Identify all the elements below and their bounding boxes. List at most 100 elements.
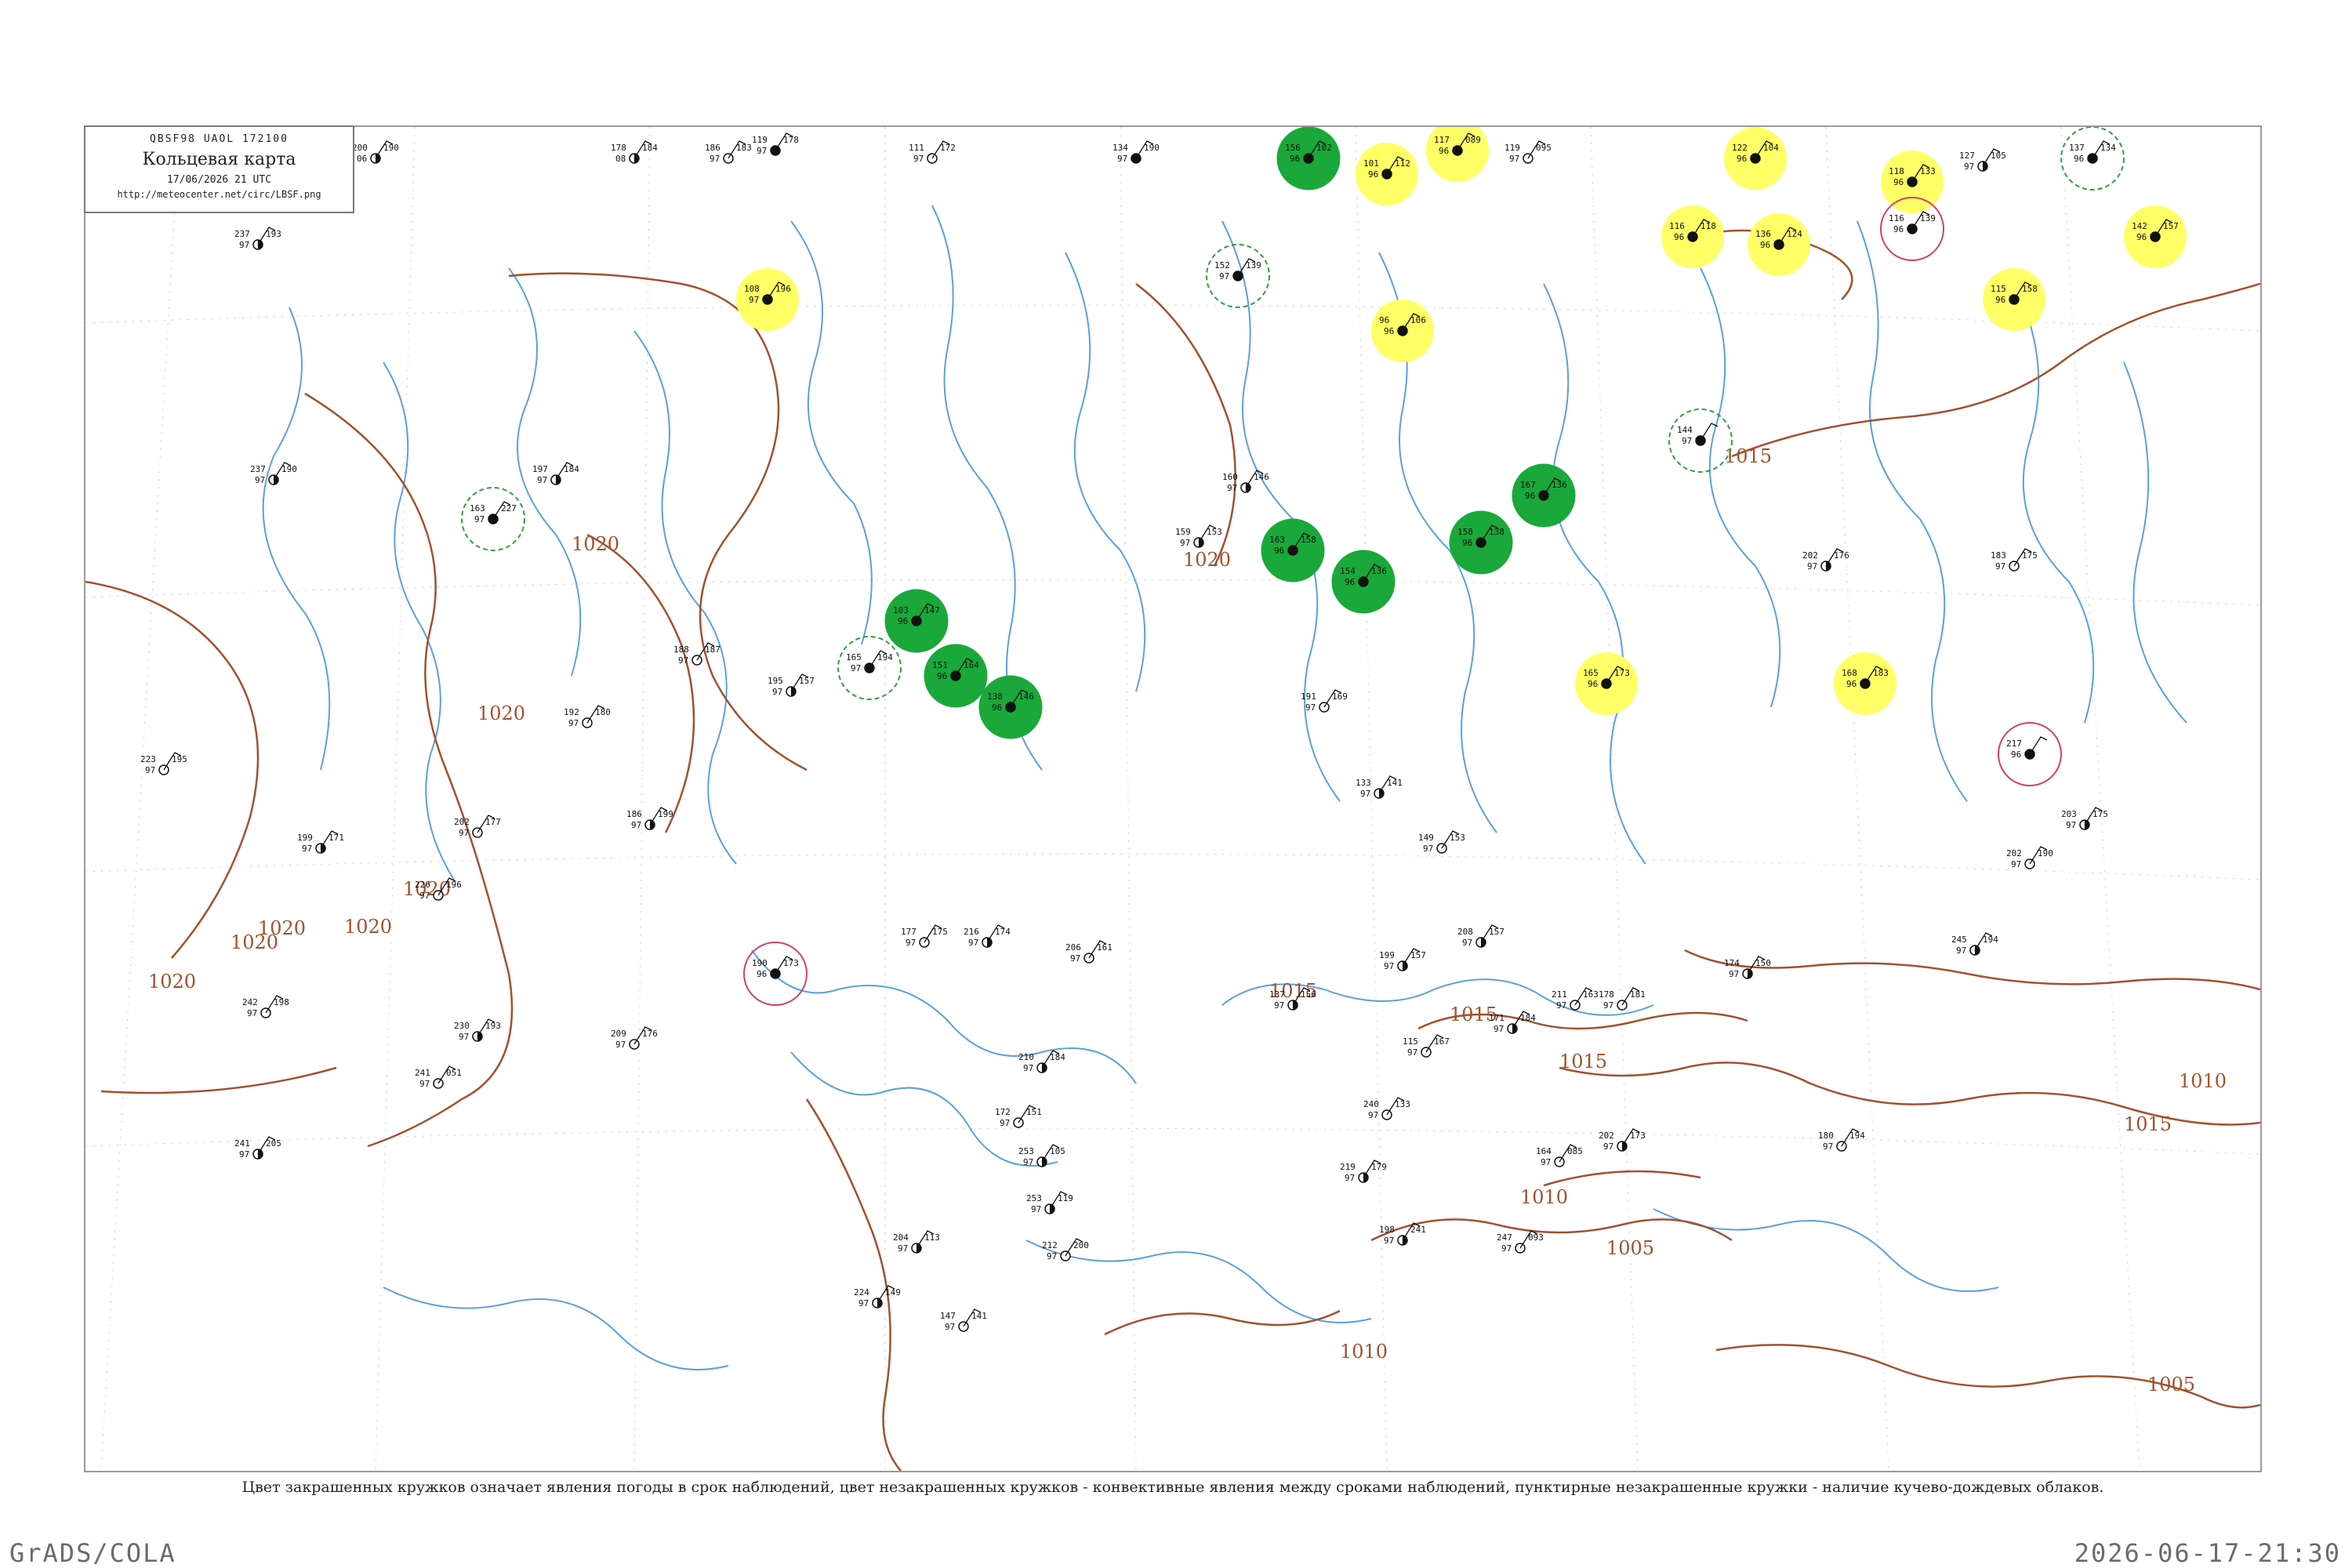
- station-s31[interactable]: 165 173 96: [1575, 652, 1638, 715]
- station-s9[interactable]: 117 089 96: [1426, 127, 1489, 182]
- station-s16[interactable]: 142 157 96: [2124, 205, 2187, 268]
- station-s40[interactable]: 197 184 97: [532, 462, 579, 485]
- station-s5[interactable]: 111 172 97: [909, 140, 956, 164]
- station-code: 97: [898, 1243, 908, 1254]
- station-s59[interactable]: 174 150 97: [1724, 956, 1771, 979]
- station-s12[interactable]: 127 105 97: [1959, 148, 2006, 172]
- source-url[interactable]: http://meteocenter.net/circ/LBSF.png: [85, 189, 353, 200]
- station-s42[interactable]: 230 193 97: [454, 1018, 501, 1042]
- station-s70[interactable]: 240 133 97: [1363, 1097, 1410, 1120]
- station-s88[interactable]: 183 175 97: [1991, 548, 2038, 572]
- station-s13[interactable]: 137 134 96: [2060, 127, 2125, 191]
- station-s89[interactable]: 219 179 97: [1340, 1160, 1387, 1183]
- station-s85[interactable]: 133 141 97: [1356, 775, 1403, 799]
- station-s38[interactable]: 159 153 97: [1175, 524, 1222, 548]
- station-s20[interactable]: 136 124 96: [1748, 213, 1810, 276]
- station-s39[interactable]: 188 187 97: [673, 642, 720, 666]
- station-s75[interactable]: 198 241 97: [1379, 1222, 1426, 1246]
- station-s53[interactable]: 210 184 97: [1018, 1050, 1065, 1073]
- station-s47[interactable]: 177 175 97: [901, 924, 948, 948]
- station-s6[interactable]: 134 190 97: [1112, 140, 1160, 164]
- station-s81[interactable]: 245 194 97: [1951, 932, 1998, 956]
- station-temperature: 101: [1363, 158, 1379, 169]
- station-s48[interactable]: 216 174 97: [964, 924, 1011, 948]
- station-s2[interactable]: 178 184 08: [611, 140, 658, 164]
- station-s68[interactable]: 202 177 97: [454, 815, 501, 838]
- station-s57[interactable]: 171 184 97: [1489, 1011, 1536, 1034]
- station-s35[interactable]: 14497: [1668, 408, 1733, 473]
- station-s17[interactable]: 115 158 96: [1983, 268, 2045, 331]
- station-s54[interactable]: 172 151 97: [995, 1105, 1042, 1128]
- station-s52[interactable]: 211 163 97: [1552, 987, 1599, 1011]
- station-s18[interactable]: 108 196 97: [736, 268, 799, 331]
- station-temperature: 168: [1842, 668, 1857, 678]
- station-s79[interactable]: 202 173 97: [1599, 1128, 1646, 1152]
- observation-time: 17/06/2026 21 UTC: [166, 174, 272, 186]
- station-code: 97: [1070, 953, 1080, 964]
- station-s71[interactable]: 253 119 97: [1026, 1191, 1073, 1214]
- station-s44[interactable]: 186 199 97: [626, 807, 673, 830]
- station-s7[interactable]: 156 102 96: [1276, 127, 1341, 191]
- station-s58[interactable]: 178 181 97: [1599, 987, 1646, 1011]
- station-s19[interactable]: 96 106 96: [1371, 299, 1434, 362]
- station-s3[interactable]: 186 183 97: [705, 140, 752, 164]
- station-s21[interactable]: 116 118 96: [1661, 205, 1724, 268]
- station-pressure: 175: [932, 927, 948, 937]
- station-pressure: 196: [775, 284, 791, 294]
- station-s83[interactable]: 203 175 97: [2061, 807, 2108, 830]
- station-s33[interactable]: 21796: [1998, 722, 2062, 786]
- station-s29[interactable]: 158 138 96: [1449, 510, 1513, 575]
- station-s73[interactable]: 224 149 97: [854, 1285, 901, 1308]
- station-pressure: 184: [1520, 1013, 1536, 1023]
- station-s43[interactable]: 209 176 97: [611, 1026, 658, 1050]
- station-s1[interactable]: 200 19006: [352, 140, 399, 164]
- station-s69[interactable]: 199 171 97: [297, 830, 344, 854]
- station-s28[interactable]: 154 136 96: [1331, 550, 1396, 614]
- station-s72[interactable]: 212 200 97: [1042, 1238, 1089, 1261]
- station-temperature: 237: [250, 464, 266, 474]
- station-s46[interactable]: 195 157 97: [768, 673, 815, 697]
- station-s60[interactable]: 241 051 97: [415, 1065, 462, 1089]
- station-s32[interactable]: 168 183 96: [1834, 652, 1896, 715]
- station-s10[interactable]: 119 095 97: [1504, 140, 1552, 164]
- station-s30[interactable]: 167 136 96: [1512, 463, 1576, 528]
- station-s50[interactable]: 199 157 97: [1379, 948, 1426, 971]
- station-s67[interactable]: 237 193 97: [234, 227, 281, 250]
- station-s34[interactable]: 190 173 96: [743, 942, 808, 1006]
- station-s23[interactable]: 165 194 97: [837, 636, 902, 700]
- station-s61[interactable]: 253 105 97: [1018, 1144, 1065, 1167]
- station-s14[interactable]: 118 133 96: [1881, 151, 1944, 213]
- station-s82[interactable]: 202 190 97: [2006, 846, 2053, 869]
- station-s86[interactable]: 191 169 97: [1301, 689, 1348, 713]
- station-s8[interactable]: 101 112 96: [1356, 143, 1418, 205]
- station-s25[interactable]: 138 146 96: [978, 675, 1043, 739]
- station-s51[interactable]: 208 157 97: [1457, 924, 1504, 948]
- station-s37[interactable]: 160 146 97: [1222, 470, 1269, 493]
- station-s56[interactable]: 115 167 97: [1403, 1034, 1450, 1058]
- station-s74[interactable]: 147 141 97: [940, 1308, 987, 1332]
- station-s11[interactable]: 122 104 96: [1724, 127, 1787, 190]
- station-s36[interactable]: 152 139 97: [1206, 244, 1270, 308]
- station-s22[interactable]: 163 227 97: [461, 487, 525, 551]
- station-s62[interactable]: 223 195 97: [140, 752, 187, 775]
- station-temperature: 253: [1018, 1146, 1034, 1156]
- station-s64[interactable]: 242 198 97: [242, 995, 289, 1018]
- station-s49[interactable]: 206 161 97: [1065, 940, 1112, 964]
- station-s77[interactable]: 204 113 97: [893, 1230, 940, 1254]
- station-code: 97: [1494, 1024, 1504, 1034]
- station-s4[interactable]: 119 178 97: [752, 132, 799, 156]
- station-s87[interactable]: 202 176 97: [1802, 548, 1849, 572]
- station-s45[interactable]: 192 180 97: [564, 705, 611, 728]
- station-s76[interactable]: 247 093 97: [1497, 1230, 1544, 1254]
- station-s78[interactable]: 164 085 97: [1536, 1144, 1583, 1167]
- station-s27[interactable]: 163 158 96: [1261, 518, 1325, 583]
- station-code: 97: [2011, 859, 2021, 869]
- station-s80[interactable]: 180 194 97: [1818, 1128, 1865, 1152]
- station-temperature: 127: [1959, 151, 1975, 161]
- station-s84[interactable]: 149 153 97: [1418, 830, 1465, 854]
- station-s63[interactable]: 237 190 97: [250, 462, 297, 485]
- station-temperature: 195: [768, 676, 783, 686]
- station-s26[interactable]: 103 147 96: [884, 589, 949, 653]
- station-s24[interactable]: 151 164 96: [924, 644, 988, 708]
- station-temperature: 158: [1457, 527, 1473, 537]
